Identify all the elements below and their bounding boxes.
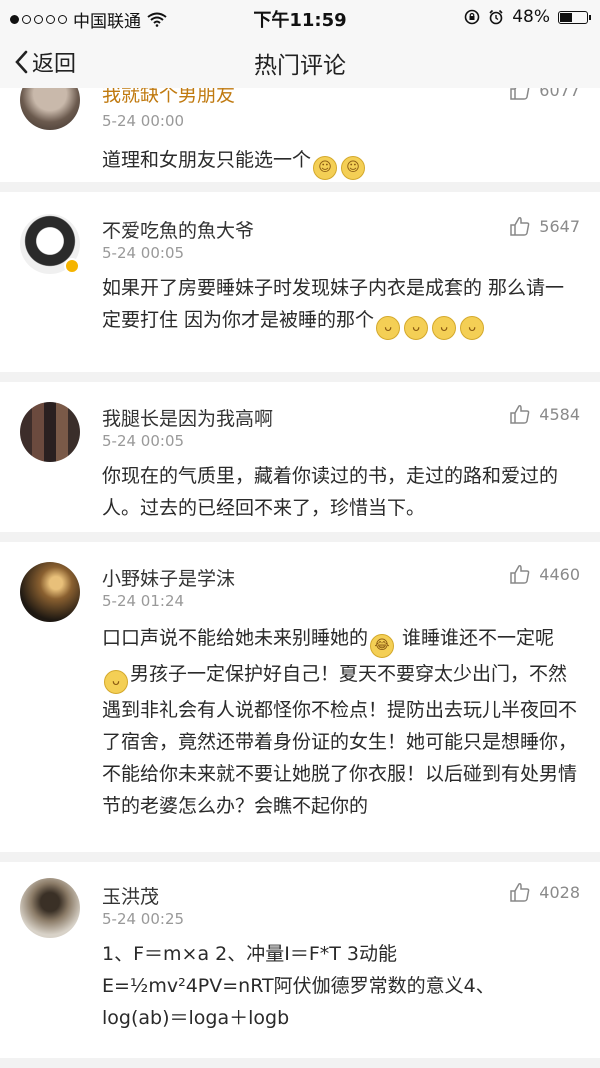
comment-item: 我腿长是因为我高啊 4584 5-24 00:05 你现在的气质里，藏着你读过的… (0, 382, 600, 532)
hug-emoji-icon: ☺ (313, 156, 338, 180)
like-button[interactable]: 4460 (509, 564, 580, 584)
doge-emoji-icon: ᴗ (460, 316, 485, 340)
like-count: 4460 (539, 564, 580, 584)
avatar[interactable] (20, 88, 80, 130)
like-button[interactable]: 5647 (509, 216, 580, 236)
like-count: 5647 (539, 216, 580, 236)
comment-item: 不爱吃魚的魚大爷 5647 5-24 00:05 如果开了房要睡妹子时发现妹子内… (0, 192, 600, 372)
battery-icon (558, 10, 591, 24)
avatar[interactable] (20, 402, 80, 462)
comment-time: 5-24 00:00 (102, 112, 185, 130)
comment-text: 如果开了房要睡妹子时发现妹子内衣是成套的 那么请一定要打住 因为你才是被睡的那个… (102, 272, 582, 340)
battery-fill (560, 12, 572, 22)
comment-text: 口口声说不能给她未来别睡她的 😂 谁睡谁还不一定呢 ᴗ 男孩子一定保护好自己！夏天不要… (102, 622, 582, 822)
alarm-icon (489, 9, 503, 25)
comment-text: 道理和女朋友只能选一个 ☺ ☺ (102, 144, 582, 180)
status-right: 48% (464, 7, 591, 27)
commenter-name[interactable]: 我就缺个男朋友 (102, 88, 235, 107)
like-count: 4028 (539, 882, 580, 902)
doge-emoji-icon: ᴗ (104, 670, 128, 694)
comment-time: 5-24 00:05 (102, 244, 185, 262)
like-button[interactable]: 4028 (509, 882, 580, 902)
comment-time: 5-24 00:25 (102, 910, 185, 928)
like-count: 6077 (539, 88, 580, 100)
rotation-lock-icon (464, 9, 480, 25)
thumbs-up-icon (510, 88, 530, 100)
doge-emoji-icon: ᴗ (432, 316, 457, 340)
commenter-name[interactable]: 玉洪茂 (102, 882, 159, 909)
comment-text: 你现在的气质里，藏着你读过的书，走过的路和爱过的人。过去的已经回不来了，珍惜当下… (102, 465, 559, 519)
comment-body-c: 男孩子一定保护好自己！夏天不要穿太少出门，不然遇到非礼会有人说都怪你不检点！提防… (102, 663, 578, 817)
like-button[interactable]: 4584 (509, 404, 580, 424)
comment-body-b: 谁睡谁还不一定呢 (396, 627, 555, 649)
comment-body-a: 口口声说不能给她未来别睡她的 (102, 627, 369, 649)
comment-time: 5-24 01:24 (102, 592, 185, 610)
commenter-name[interactable]: 不爱吃魚的魚大爷 (102, 216, 254, 243)
avatar[interactable] (20, 562, 80, 622)
verified-badge-icon (64, 258, 80, 274)
comment-item: 小野妹子是学沫 4460 5-24 01:24 口口声说不能给她未来别睡她的 😂 … (0, 542, 600, 852)
battery-percent: 48% (512, 7, 550, 27)
page-title: 热门评论 (254, 53, 346, 79)
doge-emoji-icon: ᴗ (376, 316, 401, 340)
thumbs-up-icon (510, 565, 530, 584)
avatar[interactable] (20, 878, 80, 938)
comment-item: 玉洪茂 4028 5-24 00:25 1、F＝m×a 2、冲量I＝F*T 3动… (0, 862, 600, 1058)
comment-body: 道理和女朋友只能选一个 (102, 149, 312, 171)
thumbs-up-icon (510, 883, 530, 902)
thumbs-up-icon (510, 405, 530, 424)
commenter-name[interactable]: 小野妹子是学沫 (102, 564, 235, 591)
comment-item: 我就缺个男朋友 6077 5-24 00:00 道理和女朋友只能选一个 ☺ ☺ (0, 88, 600, 182)
doge-emoji-icon: ᴗ (404, 316, 429, 340)
comment-body: 如果开了房要睡妹子时发现妹子内衣是成套的 那么请一定要打住 因为你才是被睡的那个 (102, 277, 565, 331)
nav-bar: 返回 热门评论 (0, 34, 600, 89)
like-count: 4584 (539, 404, 580, 424)
comment-text: 1、F＝m×a 2、冲量I＝F*T 3动能E=½mv²4PV=nRT阿伏伽德罗常… (102, 943, 495, 1029)
commenter-name[interactable]: 我腿长是因为我高啊 (102, 404, 273, 431)
status-bar: 中国联通 下午11:59 48% (0, 0, 600, 34)
thumbs-up-icon (510, 217, 530, 236)
laugh-cry-emoji-icon: 😂 (370, 634, 395, 658)
hug-emoji-icon: ☺ (341, 156, 366, 180)
like-button[interactable]: 6077 (509, 88, 580, 100)
comment-time: 5-24 00:05 (102, 432, 185, 450)
comment-list: 我就缺个男朋友 6077 5-24 00:00 道理和女朋友只能选一个 ☺ ☺ 不爱… (0, 88, 600, 1068)
